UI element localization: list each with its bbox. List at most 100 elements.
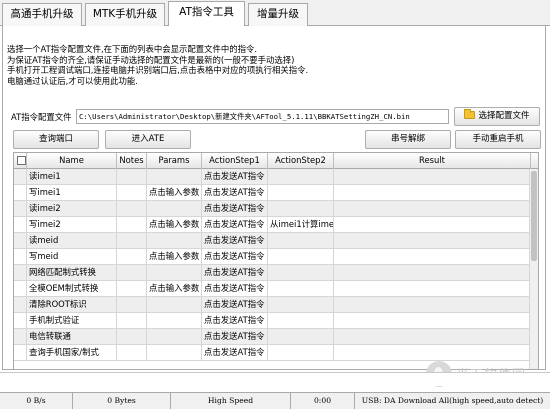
cell-result (334, 233, 531, 248)
cell-action-step1[interactable]: 点击发送AT指令 (202, 297, 268, 312)
at-command-panel: 选择一个AT指令配置文件,在下面的列表中会显示配置文件中的指令. 为保证AT指令… (2, 26, 546, 370)
row-select-cell[interactable] (14, 201, 27, 216)
serial-unlock-button[interactable]: 串号解绑 (365, 130, 451, 149)
cell-notes (117, 297, 147, 312)
cell-action-step2[interactable] (268, 281, 334, 296)
cell-action-step2[interactable] (268, 233, 334, 248)
cell-name: 读imei1 (27, 169, 117, 184)
query-port-button[interactable]: 查询端口 (13, 130, 99, 149)
cell-action-step1[interactable]: 点击发送AT指令 (202, 313, 268, 328)
table-row[interactable]: 读meid 点击发送AT指令 (14, 233, 531, 249)
row-select-cell[interactable] (14, 249, 27, 264)
table-row[interactable]: 全模OEM制式转换 点击输入参数 点击发送AT指令 (14, 281, 531, 297)
cell-params[interactable] (147, 265, 202, 280)
cell-action-step1[interactable]: 点击发送AT指令 (202, 217, 268, 232)
row-select-cell[interactable] (14, 169, 27, 184)
cell-params[interactable] (147, 201, 202, 216)
select-all-checkbox[interactable] (17, 156, 26, 165)
cell-action-step2[interactable]: 从imei1计算imei2 (268, 217, 334, 232)
table-row[interactable]: 读imei1 点击发送AT指令 (14, 169, 531, 185)
cell-params[interactable]: 点击输入参数 (147, 185, 202, 200)
tab-qualcomm-upgrade[interactable]: 高通手机升级 (2, 3, 82, 26)
scrollbar-thumb[interactable] (531, 171, 537, 261)
header-name[interactable]: Name (27, 153, 117, 169)
cell-action-step1[interactable]: 点击发送AT指令 (202, 201, 268, 216)
table-row[interactable]: 查询手机国家/制式 点击发送AT指令 (14, 345, 531, 361)
cell-params[interactable] (147, 313, 202, 328)
select-config-button[interactable]: 选择配置文件 (454, 107, 540, 126)
row-select-cell[interactable] (14, 185, 27, 200)
cell-action-step1[interactable]: 点击发送AT指令 (202, 249, 268, 264)
row-select-cell[interactable] (14, 281, 27, 296)
cell-name: 手机制式验证 (27, 313, 117, 328)
cell-action-step1[interactable]: 点击发送AT指令 (202, 329, 268, 344)
cell-params[interactable] (147, 345, 202, 360)
cell-params[interactable]: 点击输入参数 (147, 281, 202, 296)
row-select-cell[interactable] (14, 297, 27, 312)
cell-result (334, 345, 531, 360)
cell-params[interactable]: 点击输入参数 (147, 249, 202, 264)
status-bar: 0 B/s 0 Bytes High Speed 0:00 USB: DA Do… (0, 392, 550, 409)
tab-incremental-upgrade[interactable]: 增量升级 (248, 3, 308, 26)
cell-action-step2[interactable] (268, 265, 334, 280)
at-command-table: Name Notes Params ActionStep1 ActionStep… (13, 152, 539, 370)
cell-notes (117, 329, 147, 344)
cell-result (334, 217, 531, 232)
table-row[interactable]: 网络匹配制式转换 点击发送AT指令 (14, 265, 531, 281)
cell-params[interactable] (147, 169, 202, 184)
enter-ate-button[interactable]: 进入ATE (105, 130, 191, 149)
table-row[interactable]: 写meid 点击输入参数 点击发送AT指令 (14, 249, 531, 265)
row-select-cell[interactable] (14, 329, 27, 344)
table-row[interactable]: 清除ROOT标识 点击发送AT指令 (14, 297, 531, 313)
cell-name: 清除ROOT标识 (27, 297, 117, 312)
row-select-cell[interactable] (14, 233, 27, 248)
header-action-step1[interactable]: ActionStep1 (202, 153, 268, 169)
header-result[interactable]: Result (334, 153, 531, 169)
tab-bar: 高通手机升级 MTK手机升级 AT指令工具 增量升级 (0, 0, 550, 27)
cell-name: 读meid (27, 233, 117, 248)
header-action-step2[interactable]: ActionStep2 (268, 153, 334, 169)
cell-action-step2[interactable] (268, 169, 334, 184)
cell-name: 写meid (27, 249, 117, 264)
status-speed: 0 B/s (0, 393, 73, 409)
cell-params[interactable] (147, 329, 202, 344)
cell-action-step2[interactable] (268, 249, 334, 264)
cell-action-step1[interactable]: 点击发送AT指令 (202, 185, 268, 200)
cell-name: 查询手机国家/制式 (27, 345, 117, 360)
row-select-cell[interactable] (14, 345, 27, 360)
tab-at-command-tool[interactable]: AT指令工具 (168, 1, 245, 27)
cell-action-step1[interactable]: 点击发送AT指令 (202, 169, 268, 184)
cell-params[interactable] (147, 233, 202, 248)
cell-params[interactable]: 点击输入参数 (147, 217, 202, 232)
status-bytes: 0 Bytes (73, 393, 171, 409)
cell-action-step2[interactable] (268, 329, 334, 344)
header-params[interactable]: Params (147, 153, 202, 169)
table-row[interactable]: 写imei1 点击输入参数 点击发送AT指令 (14, 185, 531, 201)
header-notes[interactable]: Notes (117, 153, 147, 169)
table-scrollbar[interactable] (529, 169, 538, 369)
row-select-cell[interactable] (14, 313, 27, 328)
table-row[interactable]: 电信转联通 点击发送AT指令 (14, 329, 531, 345)
row-select-cell[interactable] (14, 217, 27, 232)
cell-action-step1[interactable]: 点击发送AT指令 (202, 265, 268, 280)
cell-action-step1[interactable]: 点击发送AT指令 (202, 281, 268, 296)
cell-params[interactable] (147, 297, 202, 312)
cell-action-step1[interactable]: 点击发送AT指令 (202, 233, 268, 248)
row-select-cell[interactable] (14, 265, 27, 280)
cell-action-step2[interactable] (268, 185, 334, 200)
table-row[interactable]: 写imei2 点击输入参数点击发送AT指令从imei1计算imei2 (14, 217, 531, 233)
cell-action-step2[interactable] (268, 345, 334, 360)
table-row[interactable]: 读imei2 点击发送AT指令 (14, 201, 531, 217)
cell-name: 写imei1 (27, 185, 117, 200)
cell-action-step2[interactable] (268, 201, 334, 216)
cell-result (334, 297, 531, 312)
cell-notes (117, 201, 147, 216)
cell-action-step1[interactable]: 点击发送AT指令 (202, 345, 268, 360)
manual-reboot-button[interactable]: 手动重启手机 (455, 130, 541, 149)
tab-mtk-upgrade[interactable]: MTK手机升级 (85, 3, 165, 26)
config-file-path-field[interactable]: C:\Users\Administrator\Desktop\新建文件夹\AFT… (76, 109, 449, 124)
cell-action-step2[interactable] (268, 297, 334, 312)
header-select-all (14, 153, 27, 169)
table-row[interactable]: 手机制式验证 点击发送AT指令 (14, 313, 531, 329)
cell-action-step2[interactable] (268, 313, 334, 328)
